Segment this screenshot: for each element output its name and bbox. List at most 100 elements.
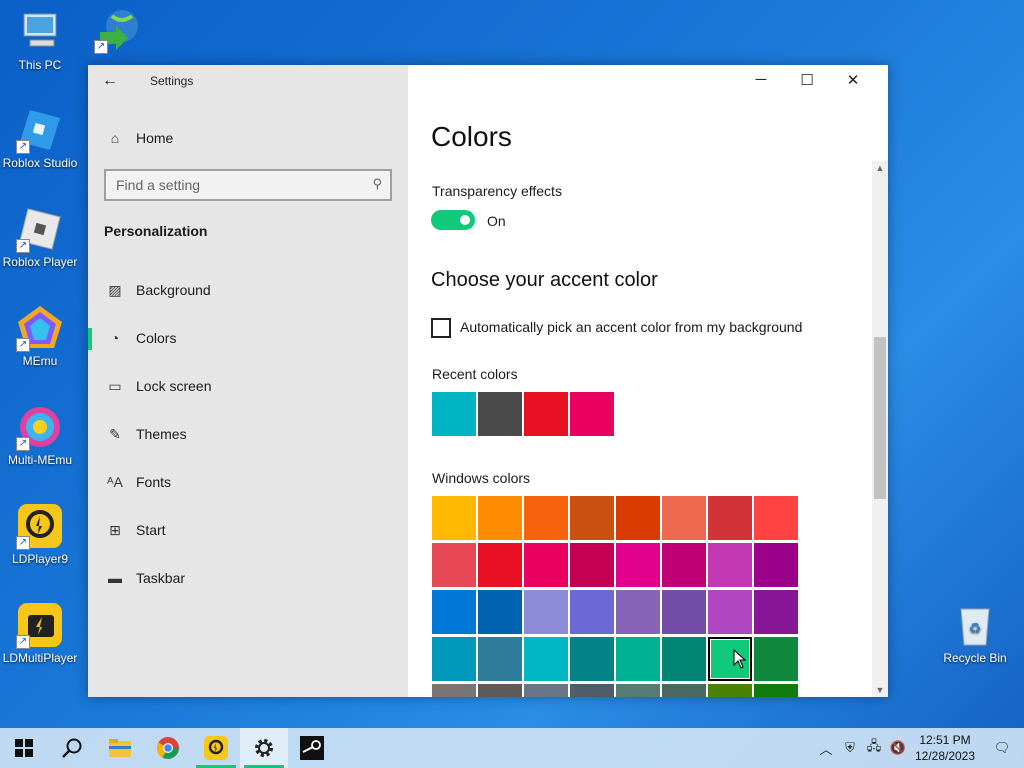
windows-color-swatch[interactable] xyxy=(616,543,660,587)
volume-muted-icon[interactable]: 🔇 xyxy=(886,740,910,756)
windows-color-swatch[interactable] xyxy=(570,590,614,634)
windows-color-swatch[interactable] xyxy=(432,496,476,540)
desktop-icon-ldmultiplayer[interactable]: ↗ LDMultiPlayer xyxy=(0,601,80,665)
recent-color-swatch[interactable] xyxy=(478,392,522,436)
auto-accent-label[interactable]: Automatically pick an accent color from … xyxy=(460,319,802,335)
recent-color-swatch[interactable] xyxy=(432,392,476,436)
back-arrow-icon[interactable]: ← xyxy=(102,72,118,90)
windows-color-swatch[interactable] xyxy=(616,637,660,681)
scroll-up-icon[interactable]: ▲ xyxy=(872,163,888,173)
windows-color-swatch[interactable] xyxy=(570,684,614,697)
windows-color-swatch[interactable] xyxy=(432,684,476,697)
desktop-icon-idm[interactable]: ↗ xyxy=(78,6,158,56)
svg-text:♻: ♻ xyxy=(969,620,982,636)
windows-color-swatch[interactable] xyxy=(708,543,752,587)
ldmultiplayer-icon: ↗ xyxy=(16,601,64,649)
windows-color-swatch[interactable] xyxy=(524,496,568,540)
sidebar-item-fonts[interactable]: ᴬA Fonts xyxy=(88,462,408,502)
windows-color-swatch[interactable] xyxy=(570,543,614,587)
home-icon: ⌂ xyxy=(110,130,120,146)
monitor-icon: ▭ xyxy=(108,377,122,394)
chrome-button[interactable] xyxy=(144,728,192,768)
windows-color-swatch[interactable] xyxy=(662,637,706,681)
sidebar-item-taskbar[interactable]: ▬ Taskbar xyxy=(88,558,408,598)
file-explorer-button[interactable] xyxy=(96,728,144,768)
windows-color-swatch[interactable] xyxy=(570,637,614,681)
windows-color-swatch[interactable] xyxy=(754,496,798,540)
sidebar-item-home[interactable]: ⌂ Home xyxy=(88,118,408,158)
settings-button[interactable] xyxy=(240,728,288,768)
windows-color-swatch[interactable] xyxy=(616,684,660,697)
chevron-up-icon[interactable]: ︿ xyxy=(814,739,838,758)
app-title: Settings xyxy=(150,74,194,88)
windows-color-swatch[interactable] xyxy=(616,496,660,540)
search-button[interactable] xyxy=(48,728,96,768)
settings-sidebar: ← Settings ⌂ Home Find a setting ⚲ Perso… xyxy=(88,65,408,697)
windows-color-swatch[interactable] xyxy=(478,496,522,540)
close-button[interactable]: ✕ xyxy=(838,71,868,91)
windows-color-swatch[interactable] xyxy=(524,684,568,697)
ldplayer-button[interactable] xyxy=(192,728,240,768)
taskbar-icon: ▬ xyxy=(108,570,122,586)
minimize-button[interactable]: ─ xyxy=(746,71,776,91)
windows-color-swatch[interactable] xyxy=(478,637,522,681)
scrollbar-thumb[interactable] xyxy=(874,337,886,499)
windows-color-swatch[interactable] xyxy=(478,543,522,587)
desktop-icon-ldplayer9[interactable]: ↗ LDPlayer9 xyxy=(0,502,80,566)
notification-icon[interactable]: 🗨 xyxy=(980,740,1024,756)
palette-icon: ◔ xyxy=(110,330,120,346)
windows-color-swatch[interactable] xyxy=(754,637,798,681)
scroll-down-icon[interactable]: ▼ xyxy=(872,685,888,695)
recent-color-swatch[interactable] xyxy=(570,392,614,436)
desktop-icon-roblox-player[interactable]: ↗ Roblox Player xyxy=(0,205,80,269)
windows-color-swatch[interactable] xyxy=(754,684,798,697)
windows-color-swatch[interactable] xyxy=(524,637,568,681)
windows-color-swatch[interactable] xyxy=(754,590,798,634)
memu-icon: ↗ xyxy=(16,304,64,352)
windows-color-swatch[interactable] xyxy=(708,590,752,634)
windows-color-swatch[interactable] xyxy=(662,590,706,634)
roblox-player-icon: ↗ xyxy=(16,205,64,253)
windows-color-swatch[interactable] xyxy=(662,496,706,540)
transparency-toggle[interactable] xyxy=(431,210,475,230)
windows-color-swatch[interactable] xyxy=(524,590,568,634)
desktop-icon-label: Multi-MEmu xyxy=(7,453,72,467)
windows-color-swatch[interactable] xyxy=(570,496,614,540)
windows-color-swatch[interactable] xyxy=(662,684,706,697)
windows-color-swatch[interactable] xyxy=(478,590,522,634)
sidebar-item-lock-screen[interactable]: ▭ Lock screen xyxy=(88,366,408,406)
title-bar[interactable]: ← Settings xyxy=(88,65,408,97)
windows-color-swatch[interactable] xyxy=(616,590,660,634)
desktop-icon-memu[interactable]: ↗ MEmu xyxy=(0,304,80,368)
desktop-icon-this-pc[interactable]: This PC xyxy=(0,8,80,72)
windows-color-swatch[interactable] xyxy=(662,543,706,587)
security-alert-icon[interactable]: ⛨ xyxy=(838,740,862,756)
windows-color-swatch[interactable] xyxy=(432,637,476,681)
recent-color-swatch[interactable] xyxy=(524,392,568,436)
ldplayer-icon: ↗ xyxy=(16,502,64,550)
search-placeholder: Find a setting xyxy=(116,177,201,193)
desktop-icon-recycle-bin[interactable]: ♻ Recycle Bin xyxy=(935,601,1015,665)
network-icon[interactable]: 🖧 xyxy=(862,737,886,759)
desktop-icon-multi-memu[interactable]: ↗ Multi-MEmu xyxy=(0,403,80,467)
search-input[interactable]: Find a setting ⚲ xyxy=(104,169,392,201)
maximize-button[interactable]: ☐ xyxy=(792,71,822,91)
windows-color-swatch[interactable] xyxy=(754,543,798,587)
windows-color-swatch[interactable] xyxy=(708,496,752,540)
windows-color-swatch[interactable] xyxy=(478,684,522,697)
sidebar-item-colors[interactable]: ◔ Colors xyxy=(88,318,408,358)
windows-color-swatch[interactable] xyxy=(432,590,476,634)
scrollbar[interactable]: ▲ ▼ xyxy=(872,161,888,697)
desktop-icon-roblox-studio[interactable]: ↗ Roblox Studio xyxy=(0,106,80,170)
sidebar-item-themes[interactable]: ✎ Themes xyxy=(88,414,408,454)
sidebar-item-background[interactable]: ▨ Background xyxy=(88,270,408,310)
sidebar-item-start[interactable]: ⊞ Start xyxy=(88,510,408,550)
auto-accent-checkbox[interactable] xyxy=(431,318,451,338)
clock[interactable]: 12:51 PM 12/28/2023 xyxy=(910,732,980,764)
steam-button[interactable] xyxy=(288,728,336,768)
settings-window: ← Settings ⌂ Home Find a setting ⚲ Perso… xyxy=(88,65,888,697)
windows-color-swatch[interactable] xyxy=(432,543,476,587)
start-button[interactable] xyxy=(0,728,48,768)
windows-color-swatch[interactable] xyxy=(524,543,568,587)
windows-color-swatch[interactable] xyxy=(708,684,752,697)
